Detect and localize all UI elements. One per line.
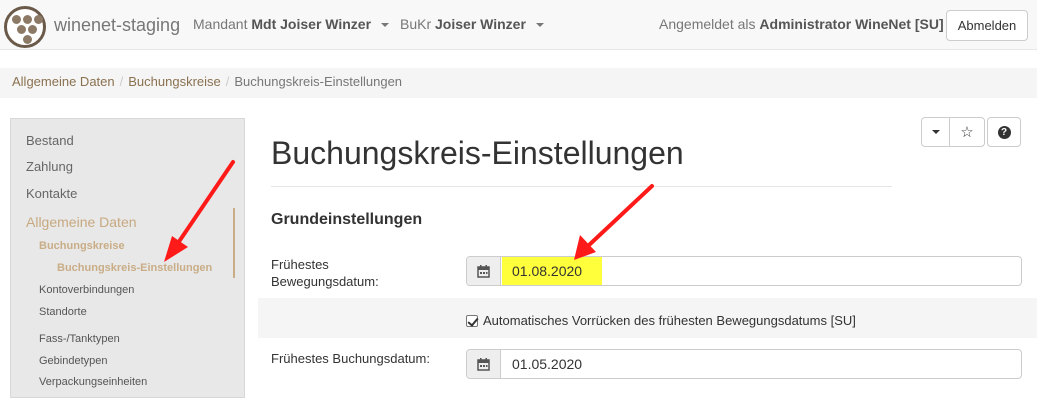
red-arrow-icon bbox=[574, 184, 654, 260]
annotation-arrows bbox=[164, 160, 654, 262]
earliest-movement-date-value[interactable]: 01.08.2020 bbox=[512, 263, 582, 279]
red-arrow-icon bbox=[164, 160, 235, 262]
